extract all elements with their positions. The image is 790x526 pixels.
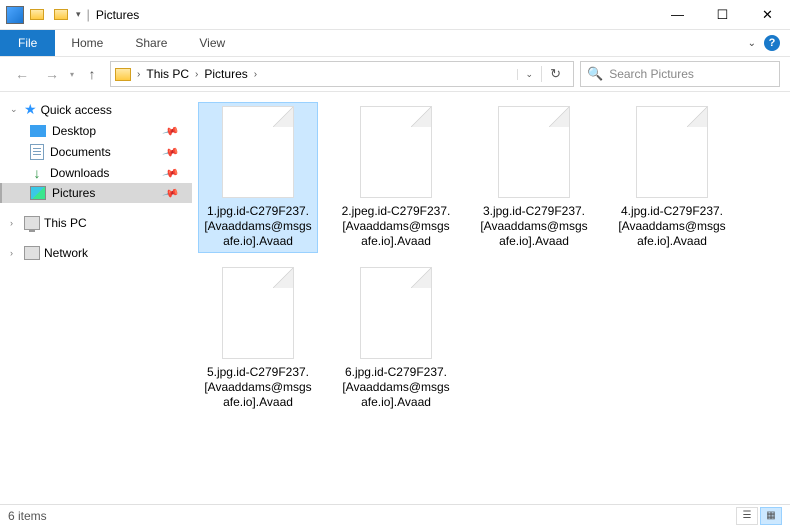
breadcrumb-pictures[interactable]: Pictures bbox=[202, 67, 249, 81]
navigation-pane: ⌄ ★ Quick access Desktop 📌 Documents 📌 ↓… bbox=[0, 92, 192, 506]
sidebar-item-desktop[interactable]: Desktop 📌 bbox=[0, 121, 192, 141]
app-icon bbox=[6, 6, 24, 24]
address-row: ← → ▾ ↑ › This PC › Pictures › ⌄ ↻ 🔍 Sea… bbox=[0, 56, 790, 92]
qat-dropdown-icon[interactable]: ▾ bbox=[76, 9, 81, 20]
breadcrumb-thispc[interactable]: This PC bbox=[144, 67, 191, 81]
search-icon: 🔍 bbox=[587, 66, 603, 82]
tab-home[interactable]: Home bbox=[55, 31, 119, 55]
file-item[interactable]: 3.jpg.id-C279F237.[Avaaddams@msgsafe.io]… bbox=[474, 102, 594, 253]
file-icon bbox=[360, 267, 432, 359]
chevron-right-icon[interactable]: › bbox=[133, 69, 144, 80]
file-item[interactable]: 4.jpg.id-C279F237.[Avaaddams@msgsafe.io]… bbox=[612, 102, 732, 253]
chevron-right-icon[interactable]: › bbox=[191, 69, 202, 80]
history-dropdown-icon[interactable]: ▾ bbox=[70, 70, 74, 79]
quick-access-label: Quick access bbox=[41, 103, 112, 117]
window-title: Pictures bbox=[96, 8, 139, 22]
refresh-icon[interactable]: ↻ bbox=[541, 66, 569, 82]
caret-right-icon[interactable]: › bbox=[10, 218, 20, 228]
desktop-icon bbox=[30, 125, 46, 137]
help-icon[interactable]: ? bbox=[764, 35, 780, 51]
pin-icon: 📌 bbox=[162, 164, 180, 182]
pictures-icon bbox=[30, 186, 46, 200]
sidebar-network[interactable]: › Network bbox=[0, 243, 192, 263]
file-name: 5.jpg.id-C279F237.[Avaaddams@msgsafe.io]… bbox=[202, 365, 314, 410]
file-name: 1.jpg.id-C279F237.[Avaaddams@msgsafe.io]… bbox=[202, 204, 314, 249]
address-bar[interactable]: › This PC › Pictures › ⌄ ↻ bbox=[110, 61, 574, 87]
file-item[interactable]: 1.jpg.id-C279F237.[Avaaddams@msgsafe.io]… bbox=[198, 102, 318, 253]
large-icons-view-button[interactable]: ▦ bbox=[760, 507, 782, 525]
ribbon-expand-icon[interactable]: ⌄ bbox=[748, 38, 756, 49]
this-pc-label: This PC bbox=[44, 216, 87, 230]
file-item[interactable]: 6.jpg.id-C279F237.[Avaaddams@msgsafe.io]… bbox=[336, 263, 456, 414]
tab-share[interactable]: Share bbox=[119, 31, 183, 55]
details-view-button[interactable]: ☰ bbox=[736, 507, 758, 525]
document-icon bbox=[30, 144, 44, 160]
caret-down-icon[interactable]: ⌄ bbox=[10, 104, 20, 115]
address-dropdown-icon[interactable]: ⌄ bbox=[517, 69, 542, 80]
qat-new-folder-icon[interactable] bbox=[50, 4, 72, 26]
file-item[interactable]: 5.jpg.id-C279F237.[Avaaddams@msgsafe.io]… bbox=[198, 263, 318, 414]
item-count: 6 items bbox=[8, 509, 47, 523]
file-name: 3.jpg.id-C279F237.[Avaaddams@msgsafe.io]… bbox=[478, 204, 590, 249]
file-icon bbox=[222, 106, 294, 198]
caret-right-icon[interactable]: › bbox=[10, 248, 20, 258]
file-icon bbox=[222, 267, 294, 359]
sidebar-item-label: Downloads bbox=[50, 166, 109, 180]
download-icon: ↓ bbox=[30, 166, 44, 180]
star-icon: ★ bbox=[24, 101, 37, 118]
file-list[interactable]: 1.jpg.id-C279F237.[Avaaddams@msgsafe.io]… bbox=[192, 92, 790, 506]
qat-properties-icon[interactable] bbox=[26, 4, 48, 26]
back-button[interactable]: ← bbox=[10, 62, 34, 86]
sidebar-item-pictures[interactable]: Pictures 📌 bbox=[0, 183, 192, 203]
network-label: Network bbox=[44, 246, 88, 260]
file-icon bbox=[498, 106, 570, 198]
search-placeholder: Search Pictures bbox=[609, 67, 694, 81]
pin-icon: 📌 bbox=[162, 143, 180, 161]
pc-icon bbox=[24, 216, 40, 230]
file-name: 2.jpeg.id-C279F237.[Avaaddams@msgsafe.io… bbox=[340, 204, 452, 249]
file-name: 4.jpg.id-C279F237.[Avaaddams@msgsafe.io]… bbox=[616, 204, 728, 249]
sidebar-this-pc[interactable]: › This PC bbox=[0, 213, 192, 233]
sidebar-item-label: Desktop bbox=[52, 124, 96, 138]
sidebar-item-documents[interactable]: Documents 📌 bbox=[0, 141, 192, 163]
file-tab[interactable]: File bbox=[0, 30, 55, 56]
file-item[interactable]: 2.jpeg.id-C279F237.[Avaaddams@msgsafe.io… bbox=[336, 102, 456, 253]
sidebar-item-label: Pictures bbox=[52, 186, 95, 200]
ribbon: File Home Share View ⌄ ? bbox=[0, 30, 790, 56]
file-icon bbox=[360, 106, 432, 198]
sidebar-item-label: Documents bbox=[50, 145, 111, 159]
title-bar: ▾ | Pictures — ☐ ✕ bbox=[0, 0, 790, 30]
up-button[interactable]: ↑ bbox=[80, 62, 104, 86]
search-input[interactable]: 🔍 Search Pictures bbox=[580, 61, 780, 87]
minimize-button[interactable]: — bbox=[655, 0, 700, 30]
pin-icon: 📌 bbox=[162, 122, 180, 140]
close-button[interactable]: ✕ bbox=[745, 0, 790, 30]
file-name: 6.jpg.id-C279F237.[Avaaddams@msgsafe.io]… bbox=[340, 365, 452, 410]
status-bar: 6 items ☰ ▦ bbox=[0, 504, 790, 526]
tab-view[interactable]: View bbox=[183, 31, 241, 55]
maximize-button[interactable]: ☐ bbox=[700, 0, 745, 30]
network-icon bbox=[24, 246, 40, 260]
location-icon bbox=[115, 68, 131, 81]
file-icon bbox=[636, 106, 708, 198]
forward-button[interactable]: → bbox=[40, 62, 64, 86]
pin-icon: 📌 bbox=[162, 184, 180, 202]
chevron-right-icon[interactable]: › bbox=[250, 69, 261, 80]
sidebar-quick-access[interactable]: ⌄ ★ Quick access bbox=[0, 98, 192, 121]
sidebar-item-downloads[interactable]: ↓ Downloads 📌 bbox=[0, 163, 192, 183]
